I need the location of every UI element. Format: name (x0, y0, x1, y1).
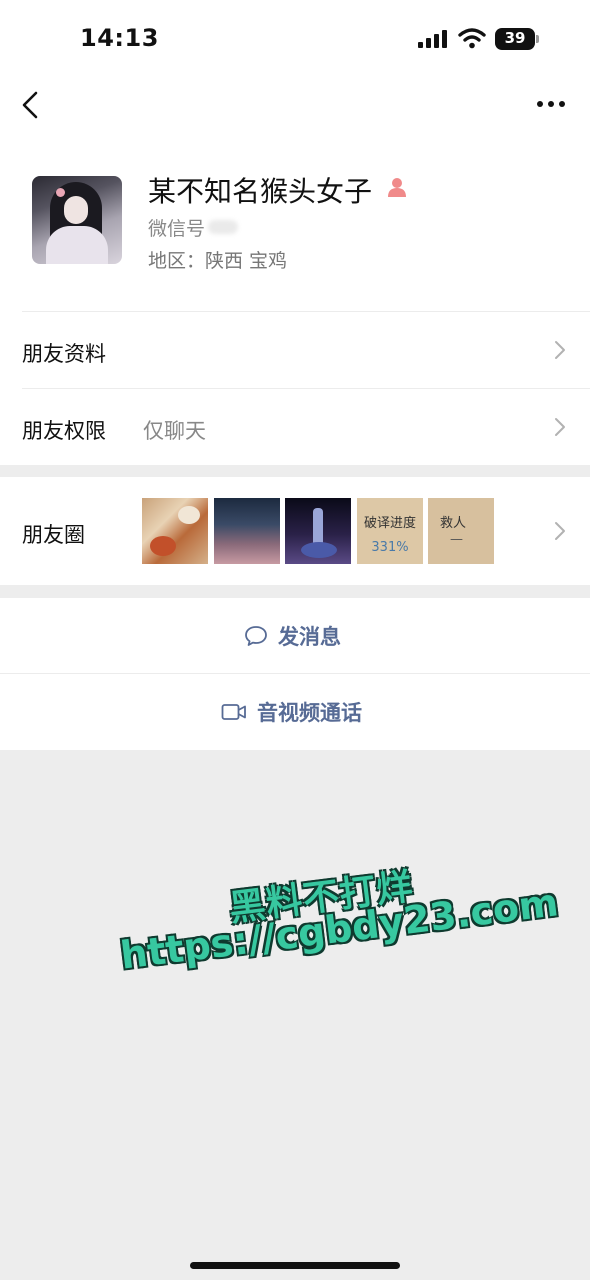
more-dots-icon[interactable] (536, 98, 568, 110)
moments-thumbnail-text-card[interactable]: 破译进度 331% (357, 498, 423, 564)
moments-thumbnail-food[interactable] (142, 498, 208, 564)
cellular-signal-icon (418, 30, 447, 48)
status-bar: 14:13 39 (0, 0, 590, 76)
send-message-button[interactable]: 发消息 (0, 598, 590, 674)
moments-label: 朋友圈 (22, 523, 85, 547)
moments-thumbnail-text-card[interactable]: 救人 — (428, 498, 494, 564)
thumbnail-text: 破译进度 (363, 516, 416, 531)
moments-thumbnails: 破译进度 331% 救人 — (142, 498, 502, 564)
friend-permissions-value: 仅聊天 (143, 419, 206, 443)
video-call-button[interactable]: 音视频通话 (0, 674, 590, 750)
send-message-label: 发消息 (278, 625, 341, 649)
contact-nickname: 某不知名猴头女子 (148, 175, 373, 208)
thumbnail-text: 331% (371, 540, 409, 555)
thumbnail-text: 救人 (440, 516, 467, 531)
friend-permissions-row[interactable]: 朋友权限 仅聊天 (0, 389, 590, 465)
status-time: 14:13 (80, 24, 159, 52)
battery-level: 39 (504, 29, 526, 47)
chevron-right-icon (555, 522, 565, 540)
battery-icon: 39 (495, 28, 539, 50)
avatar[interactable] (32, 176, 122, 264)
home-indicator (190, 1262, 400, 1269)
thumbnail-text: — (450, 532, 463, 547)
moments-thumbnail-sky[interactable] (214, 498, 280, 564)
nav-bar (0, 76, 590, 146)
back-chevron-icon[interactable] (18, 90, 44, 120)
chevron-right-icon (555, 341, 565, 359)
friend-info-row[interactable]: 朋友资料 (0, 312, 590, 389)
moments-row[interactable]: 朋友圈 破译进度 331% 救人 — (0, 477, 590, 585)
chat-bubble-icon (245, 626, 267, 646)
region-text: 地区：陕西 宝鸡 (148, 250, 288, 272)
video-camera-icon (221, 704, 246, 720)
wechat-id-label: 微信号 (148, 218, 206, 240)
moments-thumbnail-night[interactable] (285, 498, 351, 564)
friend-info-label: 朋友资料 (22, 342, 106, 366)
video-call-label: 音视频通话 (257, 701, 362, 725)
profile-header: 某不知名猴头女子 微信号 地区：陕西 宝鸡 (0, 146, 590, 312)
wechat-id-value-redacted (208, 220, 238, 234)
friend-permissions-label: 朋友权限 (22, 419, 106, 443)
person-icon (388, 178, 406, 197)
chevron-right-icon (555, 418, 565, 436)
wifi-icon (458, 28, 486, 49)
